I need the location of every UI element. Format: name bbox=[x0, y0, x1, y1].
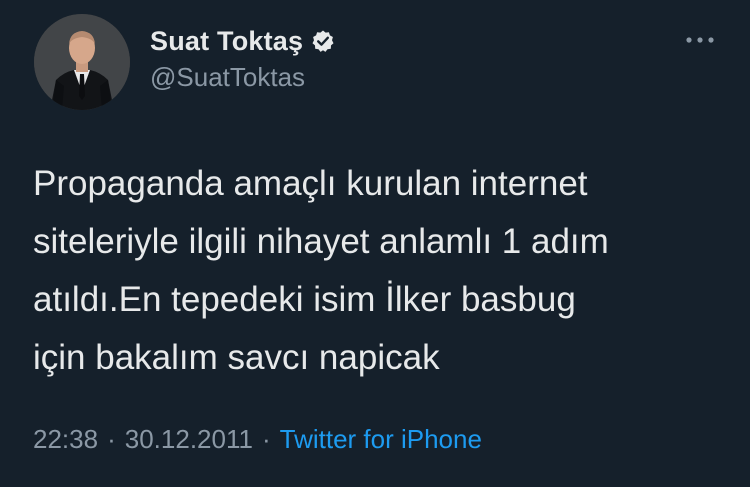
meta-separator: · bbox=[261, 424, 271, 454]
tweet-source-link[interactable]: Twitter for iPhone bbox=[280, 424, 482, 455]
author-name-row[interactable]: Suat Toktaş bbox=[150, 24, 335, 58]
display-name[interactable]: Suat Toktaş bbox=[150, 26, 303, 57]
avatar[interactable] bbox=[34, 14, 130, 110]
tweet: Suat Toktaş @SuatToktas Propaganda amaçl… bbox=[0, 0, 750, 487]
tweet-text: Propaganda amaçlı kurulan internet sitel… bbox=[33, 164, 609, 377]
more-button[interactable] bbox=[680, 26, 720, 54]
handle[interactable]: @SuatToktas bbox=[150, 62, 305, 93]
tweet-time[interactable]: 22:38 bbox=[33, 424, 98, 455]
meta-separator: · bbox=[107, 424, 116, 454]
verified-badge-icon bbox=[311, 29, 335, 53]
tweet-meta: 22:38 · 30.12.2011 · Twitter for iPhone bbox=[33, 424, 482, 455]
more-horizontal-icon bbox=[686, 37, 714, 43]
avatar-photo bbox=[34, 14, 130, 110]
tweet-date[interactable]: 30.12.2011 bbox=[125, 424, 253, 455]
